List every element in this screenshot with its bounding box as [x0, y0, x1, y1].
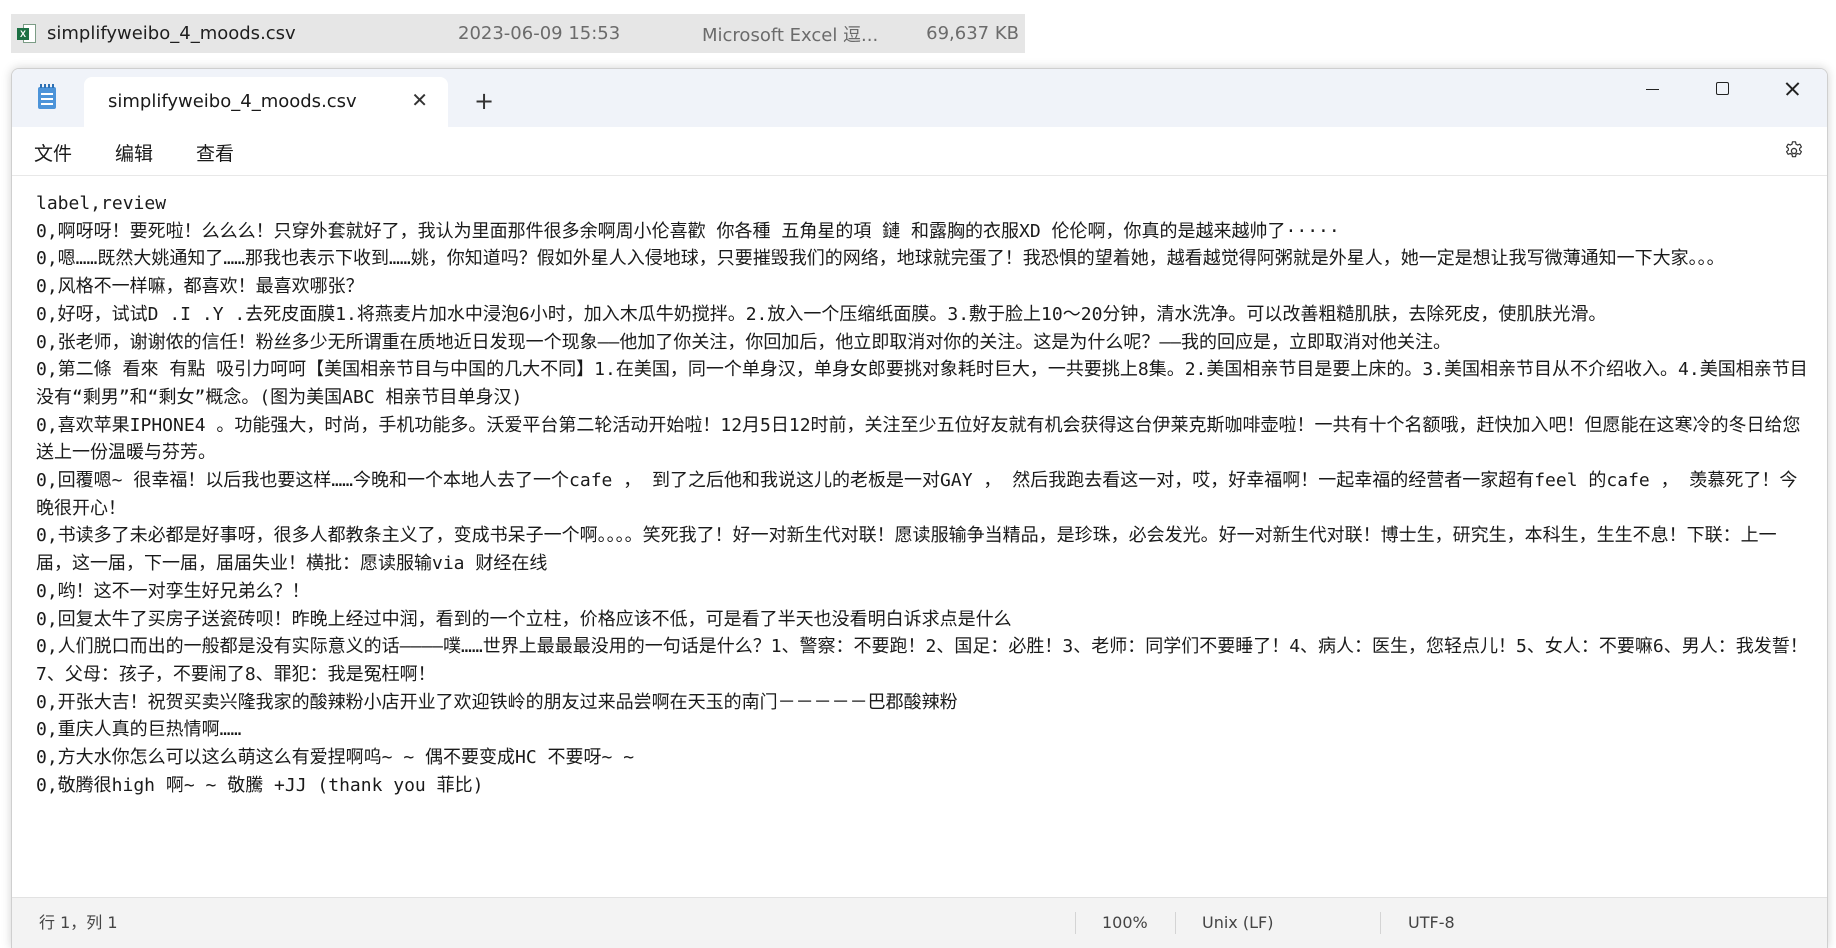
excel-file-icon: X	[17, 23, 37, 45]
text-line: label,review	[36, 193, 167, 214]
text-line: 0,书读多了未必都是好事呀，很多人都教条主义了，变成书呆子一个啊。。。。笑死我了…	[36, 525, 1777, 575]
text-line: 0,重庆人真的巨热情啊……	[36, 719, 242, 741]
notepad-icon	[38, 84, 56, 109]
text-line: 0,好呀，试试D .I .Y .去死皮面膜1.将燕麦片加水中浸泡6小时，加入木瓜…	[36, 303, 1607, 325]
text-line: 0,啊呀呀！要死啦！么么么！只穿外套就好了，我认为里面那件很多余啊周小伦喜歡 你…	[36, 220, 1340, 242]
new-tab-icon[interactable]: +	[474, 89, 494, 113]
zoom-level[interactable]: 100%	[1102, 898, 1148, 948]
menu-file[interactable]: 文件	[34, 139, 72, 166]
minimize-button[interactable]	[1617, 69, 1687, 109]
text-line: 0,风格不一样嘛，都喜欢！最喜欢哪张？	[36, 276, 364, 298]
explorer-file-size: 69,637 KB	[926, 23, 1019, 44]
status-divider	[1075, 912, 1076, 934]
text-line: 0,开张大吉！祝贺买卖兴隆我家的酸辣粉小店开业了欢迎铁岭的朋友过来品尝啊在天玉的…	[36, 691, 958, 713]
encoding[interactable]: UTF-8	[1408, 898, 1455, 948]
explorer-file-type: Microsoft Excel 逗...	[702, 24, 879, 46]
window-controls	[1617, 69, 1827, 109]
text-line: 0,第二條 看來 有點 吸引力呵呵【美国相亲节目与中国的几大不同】1.在美国，同…	[36, 359, 1808, 408]
close-button[interactable]	[1757, 69, 1827, 109]
status-bar: 行 1，列 1 100% Unix (LF) UTF-8	[12, 897, 1827, 948]
maximize-button[interactable]	[1687, 69, 1757, 109]
text-editor[interactable]: label,review 0,啊呀呀！要死啦！么么么！只穿外套就好了，我认为里面那…	[12, 176, 1827, 898]
text-line: 0,嗯……既然大姚通知了……那我也表示下收到……姚，你知道吗？假如外星人入侵地球…	[36, 248, 1725, 270]
gear-icon[interactable]	[1783, 140, 1805, 162]
text-line: 0,喜欢苹果IPHONE4 。功能强大，时尚，手机功能多。沃爱平台第二轮活动开始…	[36, 414, 1801, 464]
notepad-window: simplifyweibo_4_moods.csv ✕ + 文件 编辑 查看 l…	[11, 68, 1828, 948]
menu-edit[interactable]: 编辑	[115, 139, 153, 166]
text-line: 0,敬腾很high 啊~ ~ 敬騰 +JJ (thank you 菲比)	[36, 774, 484, 796]
status-divider	[1175, 912, 1176, 934]
title-bar[interactable]: simplifyweibo_4_moods.csv ✕ +	[12, 69, 1827, 127]
text-line: 0,张老师，谢谢侬的信任！粉丝多少无所谓重在质地近日发现一个现象——他加了你关注…	[36, 331, 1452, 353]
explorer-file-row[interactable]: X simplifyweibo_4_moods.csv 2023-06-09 1…	[11, 14, 1025, 53]
cursor-position: 行 1，列 1	[39, 913, 118, 932]
tab-title: simplifyweibo_4_moods.csv	[108, 91, 357, 112]
explorer-file-name: simplifyweibo_4_moods.csv	[47, 23, 296, 44]
text-line: 0,方大水你怎么可以这么萌这么有爱捏啊呜~ ~ 偶不要变成HC 不要呀~ ~	[36, 747, 635, 769]
line-ending[interactable]: Unix (LF)	[1202, 898, 1273, 948]
tab-close-icon[interactable]: ✕	[411, 90, 428, 110]
text-content[interactable]: label,review 0,啊呀呀！要死啦！么么么！只穿外套就好了，我认为里面那…	[36, 190, 1812, 799]
status-divider	[1380, 912, 1381, 934]
text-line: 0,人们脱口而出的一般都是没有实际意义的话————噗……世界上最最最没用的一句话…	[36, 636, 1808, 685]
menu-view[interactable]: 查看	[196, 139, 234, 166]
tab-file[interactable]: simplifyweibo_4_moods.csv ✕	[84, 77, 448, 127]
explorer-file-date: 2023-06-09 15:53	[458, 23, 621, 44]
menu-bar: 文件 编辑 查看	[12, 127, 1827, 176]
text-line: 0,回复太牛了买房子送瓷砖呗！昨晚上经过中润，看到的一个立柱，价格应该不低，可是…	[36, 608, 1012, 630]
text-line: 0,哟！这不一对孪生好兄弟么？！	[36, 580, 310, 602]
text-line: 0,回覆嗯~ 很幸福！以后我也要这样……今晚和一个本地人去了一个cafe ， 到…	[36, 470, 1798, 519]
